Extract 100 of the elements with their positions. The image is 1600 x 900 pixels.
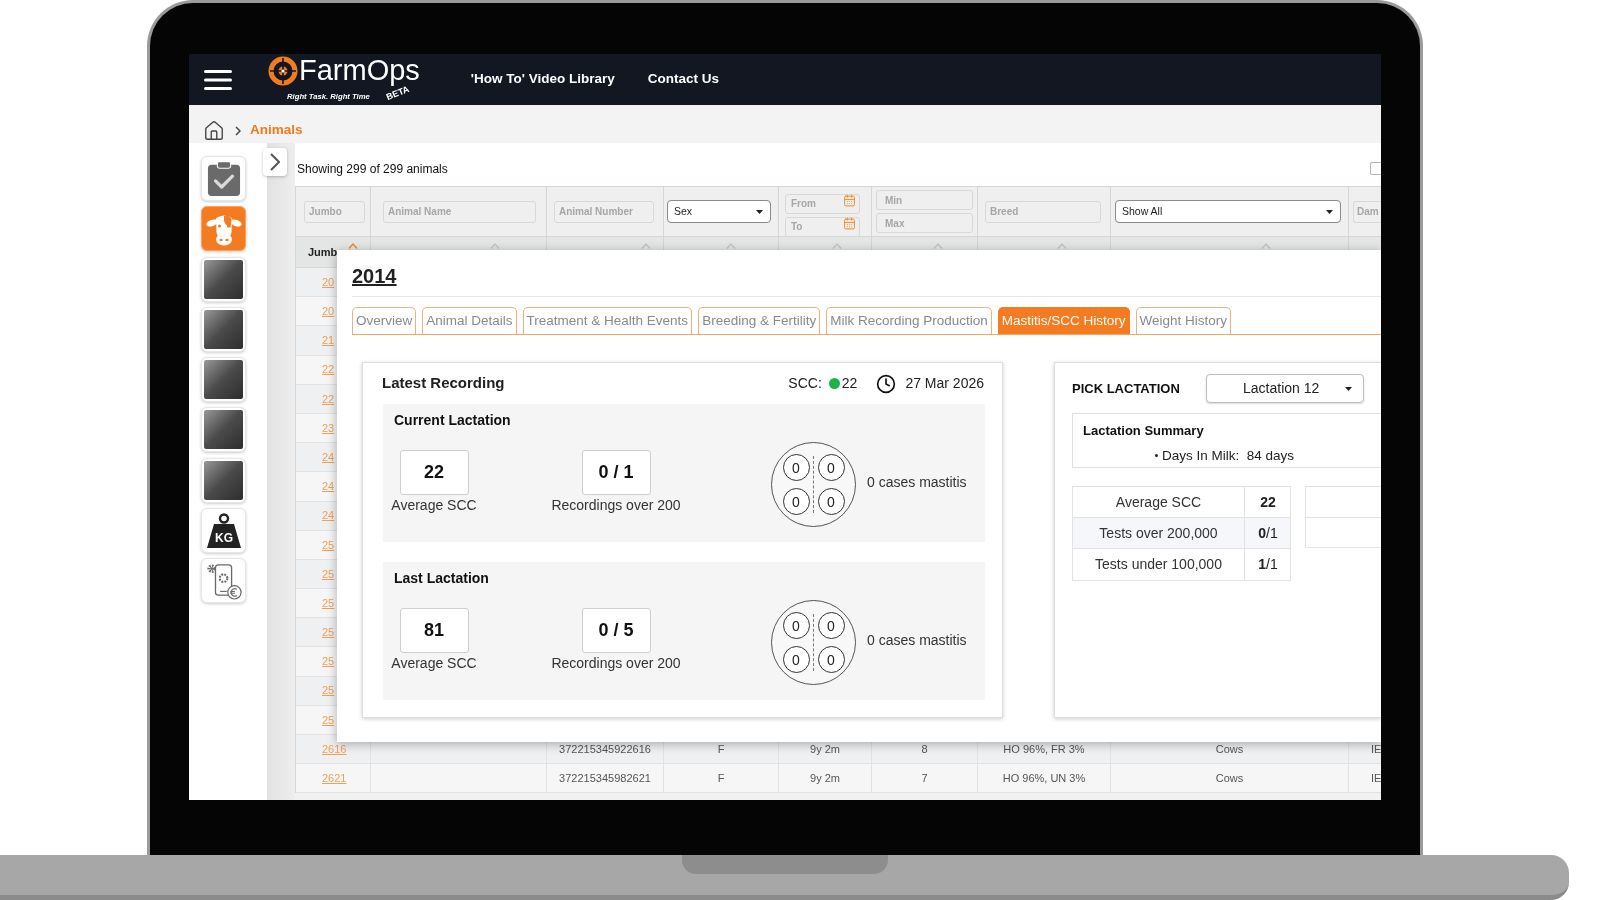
chevron-right-icon: [270, 153, 280, 171]
sort-caret-icon[interactable]: [348, 243, 358, 249]
sort-caret-icon[interactable]: [1057, 243, 1067, 249]
animal-link[interactable]: 21: [322, 332, 335, 349]
scc-label: SCC:: [788, 374, 822, 393]
filter-input[interactable]: Jumbo: [304, 200, 365, 223]
table-cell-text: 1/1: [1258, 555, 1278, 574]
filter-input[interactable]: Min: [876, 190, 973, 210]
animal-link[interactable]: 25: [322, 711, 335, 729]
table-cell-text: IE: [1371, 741, 1381, 757]
table-cell-text: 372215345922616: [559, 741, 651, 757]
table-cell-text: Tests under 100,000: [1095, 555, 1222, 574]
animal-link[interactable]: 20: [322, 303, 335, 320]
stat-label: Average SCC: [391, 497, 477, 513]
filter-input[interactable]: Animal Number: [554, 200, 654, 223]
table-cell-text: 8: [921, 741, 928, 757]
table-cell-text: IE: [1371, 771, 1381, 787]
logo-text: FarmOps: [299, 56, 420, 85]
phone-settings-icon: [205, 561, 242, 600]
tab[interactable]: Mastitis/SCC History: [997, 307, 1130, 334]
animal-link[interactable]: 22: [322, 390, 335, 408]
filter-input[interactable]: Breed: [985, 200, 1101, 223]
animal-link[interactable]: 20: [322, 273, 335, 291]
animal-link[interactable]: 2616: [322, 740, 347, 758]
filter-dropdown[interactable]: Sex: [667, 200, 771, 223]
table-cell-text: HO 96%, FR 3%: [1003, 741, 1085, 757]
nav-link[interactable]: 'How To' Video Library: [470, 69, 615, 90]
animal-title: 2014: [352, 264, 397, 286]
stat-value: 0 / 1: [581, 450, 651, 495]
recording-date: 27 Mar 2026: [905, 374, 984, 393]
quarter-count: 0: [817, 488, 845, 515]
date-filter-input[interactable]: To: [785, 216, 860, 237]
sort-caret-icon[interactable]: [726, 243, 736, 249]
animal-link[interactable]: 22: [322, 361, 335, 378]
mastitis-cases: 0 cases mastitis: [867, 473, 967, 492]
calendar-icon[interactable]: [843, 193, 856, 207]
quarter-count: 0: [782, 612, 810, 639]
table-cell-text: HO 96%, UN 3%: [1002, 771, 1086, 787]
pick-lactation-label: PICK LACTATION: [1072, 379, 1180, 398]
table-cell-text: Cows: [1215, 771, 1244, 787]
quarter-count: 0: [782, 488, 810, 515]
table-cell-text: 7: [921, 771, 928, 787]
animal-link[interactable]: 24: [322, 448, 335, 466]
animal-link[interactable]: 25: [322, 594, 335, 612]
chevron-right-icon: [235, 125, 241, 136]
animal-link[interactable]: 25: [322, 682, 335, 699]
animal-link[interactable]: 25: [322, 565, 335, 583]
bullet-icon: [1155, 454, 1158, 458]
menu-icon[interactable]: [204, 69, 232, 90]
tab[interactable]: Animal Details: [422, 307, 517, 334]
quarter-count: 0: [817, 646, 845, 673]
summary-title: Lactation Summary: [1083, 422, 1205, 440]
date-filter-input[interactable]: From: [785, 193, 860, 214]
animal-link[interactable]: 23: [322, 419, 335, 437]
tab[interactable]: Weight History: [1135, 307, 1232, 334]
animal-link[interactable]: 25: [322, 624, 335, 641]
home-icon[interactable]: [203, 119, 225, 142]
table-cell-text: 0/1: [1258, 523, 1278, 543]
calendar-icon[interactable]: [843, 216, 856, 230]
section-title: Last Lactation: [394, 570, 490, 586]
table-cell-text: 9y 2m: [810, 771, 840, 787]
stat-label: Recordings over 200: [551, 655, 681, 671]
stat-label: Average SCC: [391, 655, 477, 671]
caret-down-icon: [1326, 209, 1333, 214]
tab[interactable]: Overview: [352, 307, 417, 334]
column-header[interactable]: Jumb: [296, 243, 338, 261]
mastitis-cases: 0 cases mastitis: [867, 631, 967, 650]
filter-dropdown[interactable]: Show All: [1115, 200, 1341, 223]
animal-link[interactable]: 25: [322, 653, 335, 670]
stat-label: Recordings over 200: [551, 497, 681, 513]
tab[interactable]: Breeding & Fertility: [698, 307, 821, 334]
photo-placeholder: [204, 360, 243, 400]
clock-icon: [876, 373, 897, 394]
table-cell-text: 9y 2m: [810, 741, 840, 757]
table-cell-text: 372215345982621: [559, 771, 651, 787]
tab[interactable]: Treatment & Health Events: [522, 307, 693, 334]
clipboard-check-icon: [206, 160, 241, 197]
nav-link[interactable]: Contact Us: [647, 69, 720, 90]
animal-link[interactable]: 24: [322, 478, 335, 495]
animal-link[interactable]: 2621: [322, 770, 347, 787]
lactation-dropdown[interactable]: Lactation 12: [1206, 374, 1364, 403]
table-cell-text: F: [717, 771, 725, 787]
sort-caret-icon[interactable]: [933, 243, 943, 249]
filter-input[interactable]: Dam: [1353, 200, 1381, 223]
animal-link[interactable]: 25: [322, 536, 335, 554]
checkbox[interactable]: [1370, 162, 1381, 175]
table-cell-text: Tests over 200,000: [1099, 523, 1218, 543]
results-count: Showing 299 of 299 animals: [297, 160, 448, 178]
sort-caret-icon[interactable]: [641, 243, 651, 249]
quarter-count: 0: [782, 454, 810, 481]
animal-link[interactable]: 24: [322, 507, 335, 524]
expand-button[interactable]: [263, 148, 287, 176]
quarter-count: 0: [817, 612, 845, 639]
filter-input[interactable]: Animal Name: [383, 200, 536, 223]
filter-input[interactable]: Max: [876, 213, 973, 233]
sort-caret-icon[interactable]: [832, 243, 842, 249]
sort-caret-icon[interactable]: [1261, 243, 1271, 249]
tab[interactable]: Milk Recording Production: [826, 307, 992, 334]
sort-caret-icon[interactable]: [490, 243, 500, 249]
stat-value: 0 / 5: [581, 608, 651, 653]
